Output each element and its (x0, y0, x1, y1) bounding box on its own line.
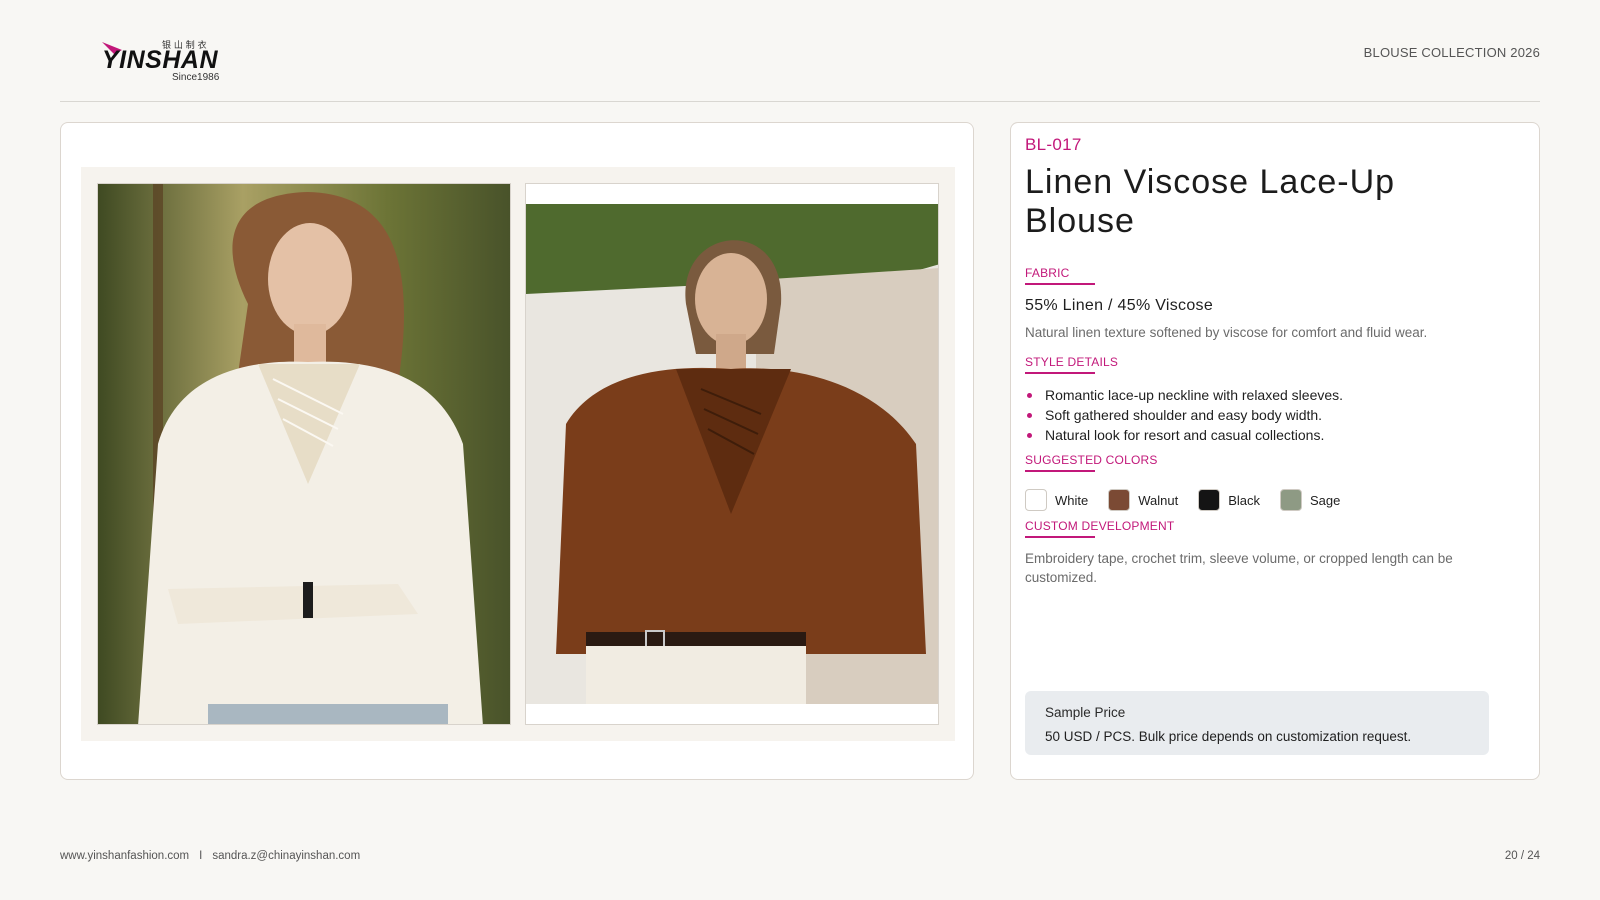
color-name: Sage (1310, 492, 1341, 508)
fabric-section-label: FABRIC (1025, 266, 1095, 285)
style-details-list: Romantic lace-up neckline with relaxed s… (1025, 385, 1343, 445)
product-code: BL-017 (1025, 135, 1082, 154)
product-title: Linen Viscose Lace-Up Blouse (1025, 163, 1396, 240)
color-swatch (1280, 489, 1303, 511)
color-swatch (1198, 489, 1221, 511)
model-walnut-blouse-photo-icon (526, 184, 938, 724)
footer-contact: www.yinshanfashion.com Isandra.z@chinayin… (60, 850, 360, 862)
sample-price-box: Sample Price 50 USD / PCS. Bulk price de… (1025, 691, 1489, 755)
color-option-white: White (1025, 489, 1088, 511)
page-number: 20 / 24 (1504, 850, 1540, 862)
price-title: Sample Price (1045, 705, 1126, 720)
price-text: 50 USD / PCS. Bulk price depends on cust… (1045, 729, 1412, 744)
fabric-description: Natural linen texture softened by viscos… (1025, 325, 1428, 340)
logo-since-text: Since1986 (172, 72, 220, 83)
colors-section-label: SUGGESTED COLORS (1025, 453, 1158, 472)
custom-description: Embroidery tape, crochet trim, sleeve vo… (1025, 551, 1453, 585)
color-swatch (1108, 489, 1131, 511)
color-name: Black (1228, 492, 1261, 508)
list-item: Soft gathered shoulder and easy body wid… (1025, 405, 1343, 425)
color-option-walnut: Walnut (1108, 489, 1178, 511)
product-image-card (60, 122, 974, 780)
product-photo-white (97, 183, 511, 725)
website-link[interactable]: www.yinshanfashion.com (60, 850, 189, 862)
custom-section-label: CUSTOM DEVELOPMENT (1025, 519, 1174, 538)
color-swatch (1025, 489, 1047, 511)
page-header: 银 山 制 衣 YINSHAN Since1986 BLOUSE COLLECT… (60, 36, 1540, 102)
fabric-composition: 55% Linen / 45% Viscose (1025, 297, 1214, 314)
color-option-black: Black (1198, 489, 1260, 511)
footer-separator: I (199, 850, 203, 862)
color-option-sage: Sage (1280, 489, 1340, 511)
list-item: Romantic lace-up neckline with relaxed s… (1025, 385, 1343, 405)
product-photo-walnut (525, 183, 939, 725)
email-link[interactable]: sandra.z@chinayinshan.com (212, 850, 360, 862)
style-section-label: STYLE DETAILS (1025, 355, 1118, 374)
color-swatches: White Walnut Black Sage (1025, 489, 1360, 511)
color-name: Walnut (1138, 492, 1179, 508)
list-item: Natural look for resort and casual colle… (1025, 425, 1343, 445)
brand-logo: 银 山 制 衣 YINSHAN Since1986 (100, 36, 240, 86)
collection-title: BLOUSE COLLECTION 2026 (1363, 45, 1540, 60)
color-name: White (1055, 492, 1089, 508)
photo-frame (81, 167, 955, 741)
logo-wordmark: YINSHAN (102, 46, 218, 74)
product-info-card: BL-017 Linen Viscose Lace-Up Blouse FABR… (1010, 122, 1540, 780)
model-white-blouse-photo-icon (98, 184, 510, 724)
